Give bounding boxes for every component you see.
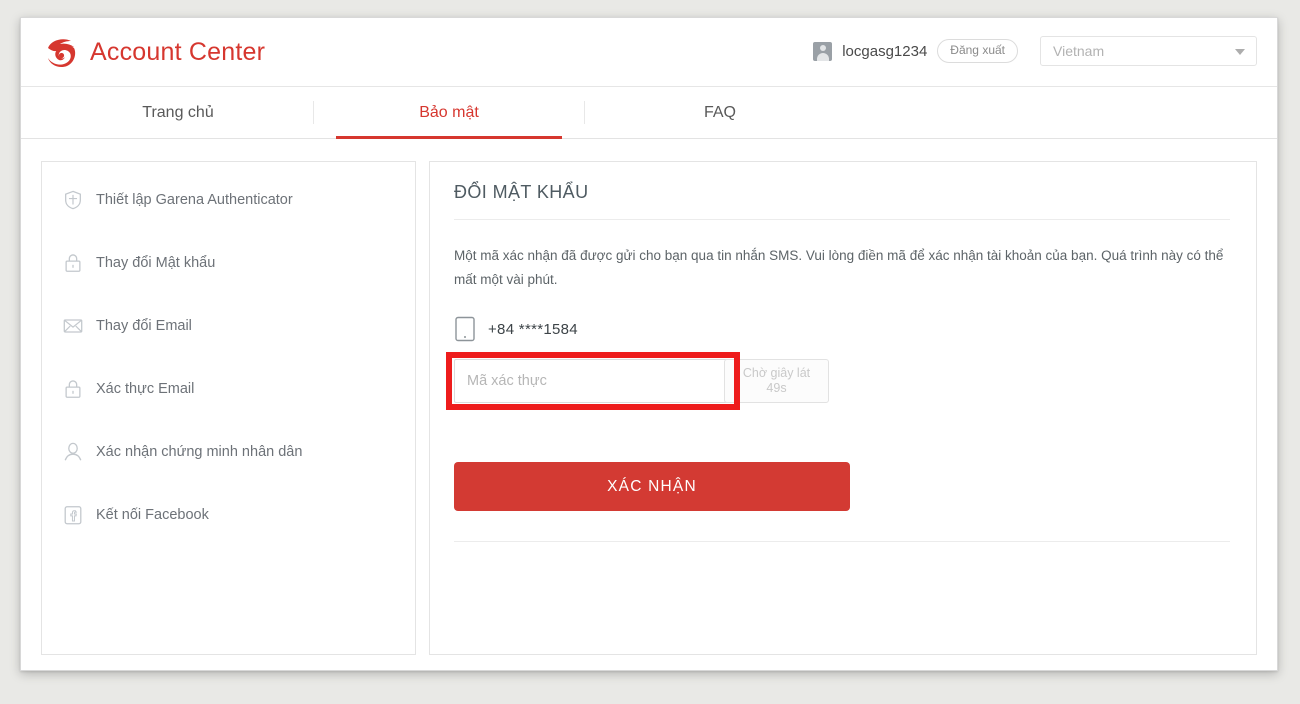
confirm-button[interactable]: XÁC NHẬN [454,462,850,511]
person-icon [64,442,82,460]
envelope-icon [63,318,83,333]
facebook-icon [64,505,82,524]
country-select-value: Vietnam [1053,43,1105,59]
mobile-phone-icon [455,316,475,342]
tab-faq[interactable]: FAQ [585,87,855,138]
shield-icon [65,190,81,209]
browser-window: Account Center locgasg1234 Đăng xuất Vie… [20,17,1278,671]
brand-title: Account Center [90,37,266,66]
page-header: Account Center locgasg1234 Đăng xuất Vie… [21,18,1277,87]
verification-code-row: Chờ giây lát 49s [446,352,1230,410]
resend-wait-label: Chờ giây lát [742,366,811,380]
chevron-down-icon [1235,49,1245,55]
username-label: locgasg1234 [842,42,928,60]
instruction-text: Một mã xác nhận đã được gửi cho bạn qua … [454,248,1224,287]
masked-phone-number: +84 ****1584 [488,320,578,338]
logout-button[interactable]: Đăng xuất [937,39,1018,63]
user-avatar-icon [813,41,833,61]
brand[interactable]: Account Center [41,32,265,72]
sidebar-item-verify-id-card[interactable]: Xác nhận chứng minh nhân dân [42,420,415,483]
header-account-area: locgasg1234 Đăng xuất Vietnam [813,36,1257,66]
sidebar-item-change-email[interactable]: Thay đổi Email [42,294,415,357]
sidebar-item-verify-email[interactable]: Xác thực Email [42,357,415,420]
sidebar-item-garena-authenticator[interactable]: Thiết lập Garena Authenticator [42,168,415,231]
page-title: ĐỔI MẬT KHẨU [454,182,1230,220]
sidebar-item-label: Thay đổi Mật khẩu [96,254,216,271]
resend-countdown-label: 49s [766,381,787,395]
sidebar-item-change-password[interactable]: Thay đổi Mật khẩu [42,231,415,294]
main-nav-tabs: Trang chủ Bảo mật FAQ [21,87,1277,139]
sidebar-item-connect-facebook[interactable]: Kết nối Facebook [42,483,415,546]
sidebar-item-label: Xác thực Email [96,380,195,397]
sidebar-item-label: Kết nối Facebook [96,506,209,523]
tab-bao-mat[interactable]: Bảo mật [314,87,584,139]
sidebar-item-label: Thiết lập Garena Authenticator [96,191,293,208]
security-sidebar: Thiết lập Garena Authenticator Thay đổi … [41,161,416,655]
lock-icon [65,379,81,398]
resend-code-button: Chờ giây lát 49s [724,359,829,403]
tab-trang-chu[interactable]: Trang chủ [43,87,313,138]
garena-logo-icon [48,39,76,68]
sidebar-item-label: Xác nhận chứng minh nhân dân [96,443,303,460]
lock-icon [65,253,81,272]
sidebar-item-label: Thay đổi Email [96,317,192,334]
change-password-panel: ĐỔI MẬT KHẨU Một mã xác nhận đã được gửi… [429,161,1257,655]
phone-row: +84 ****1584 [454,316,1230,342]
verification-code-input[interactable] [454,359,732,403]
country-select[interactable]: Vietnam [1040,36,1257,66]
page-content: Thiết lập Garena Authenticator Thay đổi … [21,139,1277,655]
section-divider [454,541,1230,542]
